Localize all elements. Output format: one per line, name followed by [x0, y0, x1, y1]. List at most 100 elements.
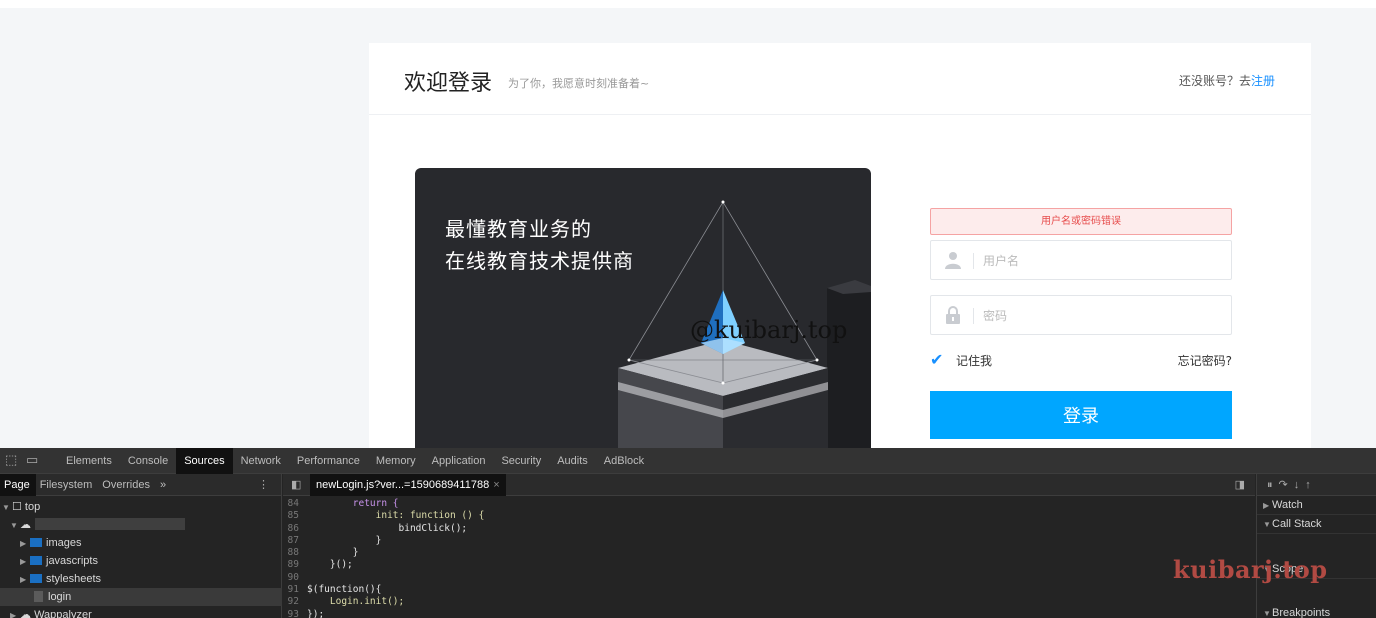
collapse-arrow-icon[interactable]: ▶	[10, 607, 20, 618]
tree-item-javascripts[interactable]: ▶ javascripts	[0, 552, 282, 570]
step-out-icon[interactable]: ↑	[1305, 479, 1317, 491]
remember-label: 记住我	[956, 353, 993, 368]
editor-tabs: ◧ newLogin.js?ver...=1590689411788 × ◨	[283, 474, 1255, 496]
field-separator	[973, 253, 974, 269]
code-line: 85 init: function () {	[287, 510, 485, 522]
tree-item-extension[interactable]: ▶ ☁ Wappalyzer	[0, 606, 282, 618]
tab-console[interactable]: Console	[120, 448, 176, 474]
cloud-icon: ☁	[20, 609, 35, 618]
inspect-element-icon[interactable]: ⬚	[5, 453, 19, 467]
tree-item-login[interactable]: login	[0, 588, 282, 606]
toggle-navigator-icon[interactable]: ◧	[291, 478, 301, 491]
cloud-icon: ☁	[20, 519, 31, 531]
tree-item-label: top	[24, 501, 41, 513]
page-title: 欢迎登录	[404, 71, 493, 96]
tab-overrides[interactable]: Overrides	[98, 474, 156, 496]
blurred-domain	[35, 518, 185, 530]
tab-network[interactable]: Network	[233, 448, 289, 474]
section-watch[interactable]: ▶ Watch	[1257, 496, 1376, 515]
remember-me[interactable]: ✔ 记住我	[930, 351, 992, 369]
page-subtitle: 为了你，我愿意时刻准备着~	[508, 77, 650, 90]
collapse-arrow-icon[interactable]: ▶	[20, 535, 30, 553]
navigator-panel: Page Filesystem Overrides » ⋮ ▼ ☐ top ▼ ☁ …	[0, 474, 282, 618]
register-link[interactable]: 注册	[1251, 74, 1275, 88]
tree-item-label: Wappalyzer	[34, 609, 92, 618]
expand-arrow-icon: ▼	[1263, 609, 1271, 618]
username-field[interactable]	[930, 240, 1232, 280]
code-line: 93});	[287, 608, 325, 618]
folder-icon	[30, 574, 42, 583]
debugger-sidebar: ⏸↷↓↑ ▶ Watch ▼Call Stack ▼Scope ▼Breakpoi…	[1256, 474, 1376, 618]
pause-icon[interactable]: ⏸	[1267, 479, 1279, 491]
login-card: 欢迎登录 为了你，我愿意时刻准备着~ 还没账号？去注册 最懂教育业务的 在线教育…	[369, 43, 1311, 448]
collapse-arrow-icon[interactable]: ▶	[20, 553, 30, 571]
code-line: 92 Login.init();	[287, 596, 405, 608]
navigator-tabs: Page Filesystem Overrides » ⋮	[0, 474, 281, 496]
tree-item-domain[interactable]: ▼ ☁	[0, 516, 282, 534]
debugger-controls: ⏸↷↓↑	[1257, 474, 1376, 496]
section-label: Call Stack	[1272, 518, 1322, 530]
tree-item-label: login	[48, 591, 72, 603]
register-prompt: 还没账号？去注册	[1179, 72, 1275, 89]
watermark: @kuibarj.top	[690, 316, 848, 344]
file-icon	[34, 591, 43, 602]
close-icon[interactable]: ×	[493, 479, 499, 491]
code-line: 84 return {	[287, 498, 399, 509]
username-input[interactable]	[983, 249, 1213, 273]
code-line: 87 }	[287, 534, 382, 546]
section-call-stack[interactable]: ▼Call Stack	[1257, 515, 1376, 534]
tree-item-label: stylesheets	[46, 573, 102, 585]
code-line: 89 }();	[287, 559, 353, 571]
folder-icon	[30, 538, 42, 547]
editor-tab-label: newLogin.js?ver...=1590689411788	[316, 479, 490, 491]
watermark: kuibarj.top	[1173, 555, 1328, 584]
user-icon	[945, 252, 961, 269]
editor-tab-file[interactable]: newLogin.js?ver...=1590689411788 ×	[310, 474, 506, 496]
promo-banner: 最懂教育业务的 在线教育技术提供商	[415, 168, 871, 448]
devtools-tabs: Elements Console Sources Network Perform…	[58, 448, 652, 474]
step-into-icon[interactable]: ↓	[1294, 479, 1306, 491]
code-editor[interactable]: ◧ newLogin.js?ver...=1590689411788 × ◨ 84…	[283, 474, 1255, 618]
code-line: 88 }	[287, 547, 359, 559]
expand-arrow-icon[interactable]: ▼	[2, 499, 12, 517]
device-toolbar-icon[interactable]: ▭	[26, 453, 40, 467]
remember-checkbox-checked-icon[interactable]: ✔	[930, 352, 946, 368]
collapse-arrow-icon[interactable]: ▶	[20, 571, 30, 589]
password-field[interactable]	[930, 295, 1232, 335]
lock-icon	[946, 306, 960, 324]
banner-headline-1: 最懂教育业务的	[445, 217, 592, 241]
login-button[interactable]: 登录	[930, 391, 1232, 439]
toggle-debugger-icon[interactable]: ◨	[1235, 478, 1245, 491]
tree-item-label: javascripts	[46, 555, 98, 567]
tab-elements[interactable]: Elements	[58, 448, 120, 474]
collapse-arrow-icon: ▶	[1263, 501, 1270, 510]
tab-page[interactable]: Page	[0, 474, 36, 496]
tab-filesystem[interactable]: Filesystem	[36, 474, 99, 496]
tree-item-images[interactable]: ▶ images	[0, 534, 282, 552]
expand-arrow-icon[interactable]: ▼	[10, 517, 20, 535]
tab-adblock[interactable]: AdBlock	[596, 448, 652, 474]
tree-item-stylesheets[interactable]: ▶ stylesheets	[0, 570, 282, 588]
more-tabs-button[interactable]: »	[156, 474, 172, 496]
tab-application[interactable]: Application	[424, 448, 494, 474]
tab-memory[interactable]: Memory	[368, 448, 424, 474]
tab-sources[interactable]: Sources	[176, 448, 233, 474]
register-prompt-text: 还没账号？去	[1178, 74, 1251, 88]
step-over-icon[interactable]: ↷	[1279, 479, 1294, 491]
code-line: 91 $(function(){	[287, 584, 382, 596]
code-line: 90	[287, 571, 299, 583]
tab-audits[interactable]: Audits	[549, 448, 596, 474]
code-line: 86 bindClick();	[287, 522, 468, 534]
tab-performance[interactable]: Performance	[289, 448, 368, 474]
page-top-strip	[0, 0, 1376, 8]
kebab-menu-icon[interactable]: ⋮	[258, 474, 269, 496]
forgot-password-link[interactable]: 忘记密码?	[1178, 352, 1232, 369]
tab-security[interactable]: Security	[493, 448, 549, 474]
section-breakpoints[interactable]: ▼Breakpoints	[1257, 604, 1376, 618]
code-lines: 84 return { 85 init: function () { 86 bi…	[283, 498, 485, 618]
field-separator	[973, 308, 974, 324]
tree-item-top[interactable]: ▼ ☐ top	[0, 498, 282, 516]
folder-icon	[30, 556, 42, 565]
pyramid-illustration	[618, 200, 871, 448]
password-input[interactable]	[983, 304, 1213, 328]
